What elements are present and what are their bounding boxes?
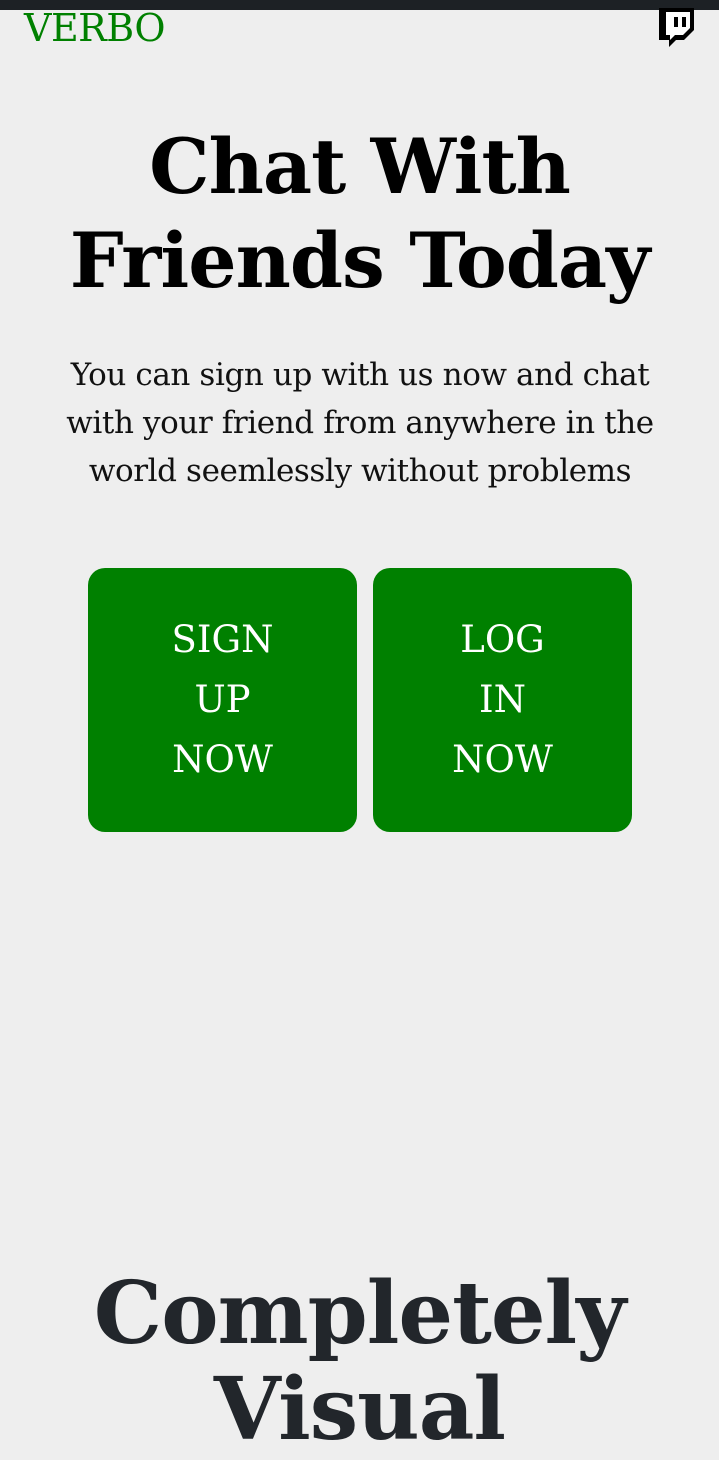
twitch-icon[interactable] — [656, 8, 694, 48]
section-title: Completely Visual — [93, 1263, 626, 1460]
sign-up-button[interactable]: SIGN UP NOW — [88, 568, 357, 832]
hero-subtitle: You can sign up with us now and chat wit… — [66, 357, 654, 489]
hero-title: Chat With Friends Today — [69, 122, 651, 305]
sign-up-label: SIGN UP NOW — [171, 618, 274, 781]
brand-logo[interactable]: VERBO — [24, 6, 166, 50]
log-in-label: LOG IN NOW — [452, 618, 553, 781]
log-in-button[interactable]: LOG IN NOW — [373, 568, 632, 832]
